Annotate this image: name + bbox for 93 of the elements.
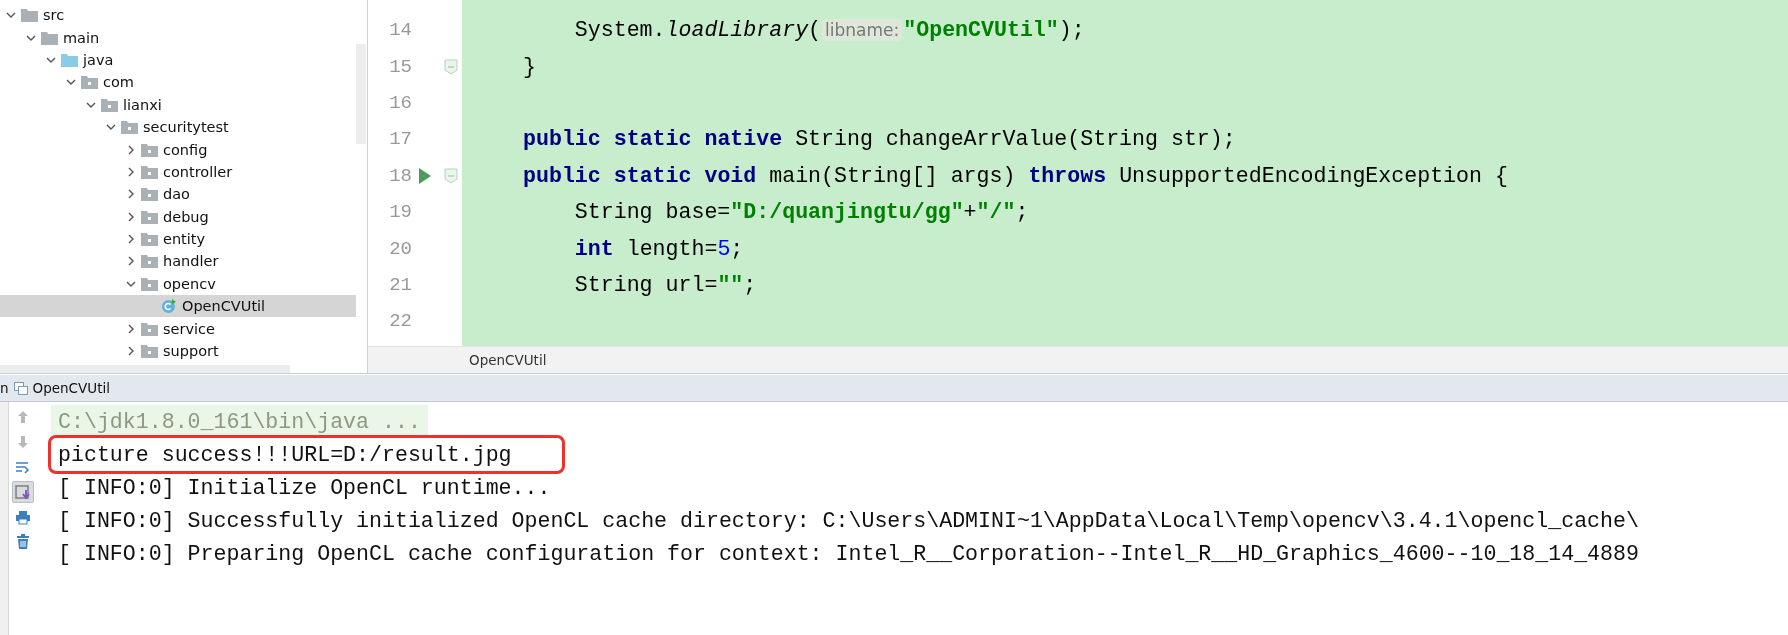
run-label: n xyxy=(0,380,9,396)
tree-item[interactable]: debug xyxy=(0,205,356,228)
line-number: 14 xyxy=(388,19,412,42)
package-icon xyxy=(141,232,158,247)
tree-item[interactable]: entity xyxy=(0,227,356,251)
wrap-icon xyxy=(15,460,31,474)
code-text: length= xyxy=(625,236,718,261)
scrollbar[interactable] xyxy=(356,44,366,144)
line-number: 21 xyxy=(388,273,412,296)
console-line: picture success!!!URL=D:/result.jpg xyxy=(51,438,562,471)
code-text: + xyxy=(963,200,977,225)
parameter-hint: libname: xyxy=(822,19,903,42)
code-text: ; xyxy=(730,236,744,261)
package-icon xyxy=(141,344,158,359)
tree-item[interactable]: java xyxy=(0,48,356,72)
code-editor[interactable] xyxy=(462,0,1788,346)
code-text: ; xyxy=(1015,200,1029,225)
code-text: System. xyxy=(574,18,666,43)
console-line: [ INFO:0] Preparing OpenCL cache configuration for context: Intel_R__Corporation--Intel_R__HD_Graphics_4600--10_18_14_4889 xyxy=(57,540,1640,568)
code-text: String url= xyxy=(574,272,718,297)
tree-item[interactable]: dao xyxy=(0,183,356,206)
folder-icon xyxy=(21,8,38,23)
tree-item[interactable]: com xyxy=(0,71,356,94)
line-number: 17 xyxy=(388,128,412,151)
console-line: [ INFO:0] Successfully initialized OpenCL cache directory: C:\Users\ADMINI~1\AppData\Local\Temp\opencv\3.4.1\opencl_cache\ xyxy=(57,507,1640,535)
line-number: 19 xyxy=(388,201,412,224)
code-text: String base= xyxy=(574,200,731,225)
run-tab[interactable]: OpenCVUtil xyxy=(32,380,110,396)
chevron-right-icon[interactable] xyxy=(126,189,136,200)
line-number: 18 xyxy=(388,164,412,187)
tree-item[interactable]: opencv xyxy=(0,272,356,296)
window-icon xyxy=(13,381,28,395)
folder-icon xyxy=(41,30,58,45)
trash-icon xyxy=(16,534,30,550)
code-text: "D:/quanjingtu/gg" xyxy=(730,200,964,225)
chevron-right-icon[interactable] xyxy=(126,323,136,334)
package-icon xyxy=(141,164,158,179)
breadcrumb-item[interactable]: OpenCVUtil xyxy=(469,352,547,368)
package-icon xyxy=(121,120,138,135)
package-icon xyxy=(141,321,158,336)
line-number: 22 xyxy=(388,310,412,333)
chevron-right-icon[interactable] xyxy=(126,346,136,357)
run-icon[interactable] xyxy=(418,166,432,185)
tree-item[interactable]: handler xyxy=(0,250,356,273)
chevron-right-icon[interactable] xyxy=(126,256,136,267)
code-text: "" xyxy=(717,272,744,297)
code-text: "/" xyxy=(976,200,1016,225)
printer-icon xyxy=(15,509,31,525)
package-icon xyxy=(81,75,98,90)
package-icon xyxy=(141,142,158,157)
chevron-right-icon[interactable] xyxy=(126,166,136,177)
chevron-right-icon[interactable] xyxy=(126,211,136,222)
code-text: 5 xyxy=(717,236,731,261)
class-icon xyxy=(161,298,177,315)
code-text: int xyxy=(574,236,614,261)
folder-icon xyxy=(61,52,78,67)
code-text: String changeArrValue(String str); xyxy=(794,127,1236,152)
code-text: public static void xyxy=(523,163,757,188)
tree-item[interactable]: support xyxy=(0,339,356,363)
line-number: 16 xyxy=(388,91,412,114)
arrow-down-icon xyxy=(17,435,29,449)
tree-item[interactable]: OpenCVUtil xyxy=(0,295,356,318)
code-text: loadLibrary xyxy=(665,18,809,43)
chevron-right-icon[interactable] xyxy=(126,234,136,245)
line-number: 15 xyxy=(388,55,412,78)
code-text: ; xyxy=(743,272,757,297)
tree-item[interactable]: main xyxy=(0,26,356,49)
tree-item[interactable]: securitytest xyxy=(0,115,356,139)
code-text: throws xyxy=(1028,163,1107,188)
tree-item[interactable]: config xyxy=(0,138,356,161)
line-number: 20 xyxy=(388,237,412,260)
tree-item[interactable]: src xyxy=(0,4,356,27)
code-text: ( xyxy=(808,18,822,43)
tree-item[interactable]: controller xyxy=(0,160,356,184)
scroll-to-end-icon xyxy=(15,484,31,500)
package-icon xyxy=(141,209,158,224)
code-text: UnsupportedEncodingException { xyxy=(1118,163,1508,188)
toolbar-button[interactable] xyxy=(12,481,34,503)
scrollbar[interactable] xyxy=(0,365,290,373)
package-icon xyxy=(141,276,158,291)
code-text: main(String[] args) xyxy=(768,163,1017,188)
chevron-right-icon[interactable] xyxy=(126,144,136,155)
package-icon xyxy=(141,187,158,202)
package-icon xyxy=(101,97,118,112)
code-text: } xyxy=(523,54,536,79)
console-line: [ INFO:0] Initialize OpenCL runtime... xyxy=(57,474,552,502)
tree-item[interactable]: lianxi xyxy=(0,93,356,116)
code-text: ); xyxy=(1058,18,1085,43)
arrow-up-icon xyxy=(17,410,29,424)
code-text: public static native xyxy=(523,127,783,152)
package-icon xyxy=(141,254,158,269)
tree-item[interactable]: service xyxy=(0,317,356,340)
code-text: "OpenCVUtil" xyxy=(903,18,1059,43)
